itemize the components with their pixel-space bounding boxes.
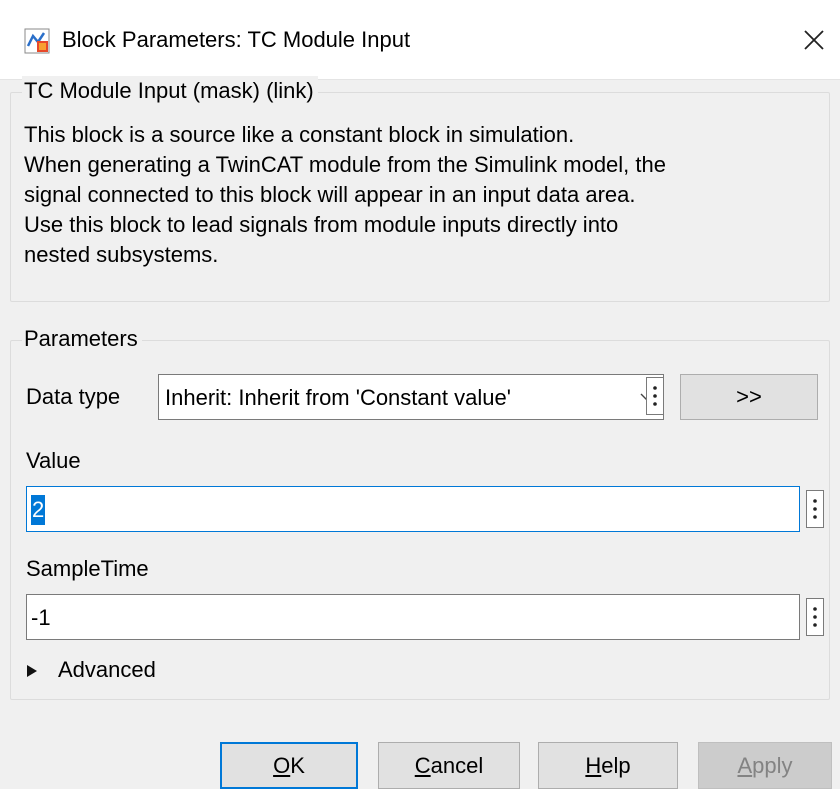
cancel-mnemonic: C (414, 752, 431, 778)
value-options-button[interactable] (806, 490, 824, 528)
more-vertical-icon (813, 499, 817, 519)
cancel-button[interactable]: Cancel (378, 742, 520, 789)
advanced-toggle[interactable]: Advanced (26, 655, 226, 685)
title-bar: Block Parameters: TC Module Input (0, 0, 840, 80)
help-button[interactable]: Help (538, 742, 678, 789)
value-input[interactable]: 2 (26, 486, 800, 532)
sample-time-input[interactable]: -1 (26, 594, 800, 640)
description-line: nested subsystems. (24, 242, 219, 267)
close-icon[interactable] (796, 22, 832, 58)
description-line: Use this block to lead signals from modu… (24, 212, 619, 237)
sample-time-options-button[interactable] (806, 598, 824, 636)
value-input-text: 2 (31, 495, 46, 525)
data-type-select[interactable]: Inherit: Inherit from 'Constant value' (158, 374, 664, 420)
simulink-block-icon (24, 28, 50, 54)
more-vertical-icon (813, 607, 817, 627)
apply-button[interactable]: Apply (698, 742, 832, 789)
description-line: signal connected to this block will appe… (24, 182, 636, 207)
description-line: When generating a TwinCAT module from th… (24, 152, 666, 177)
block-parameters-dialog: Block Parameters: TC Module Input TC Mod… (0, 0, 840, 789)
help-label-rest: elp (601, 752, 631, 778)
data-type-options-button[interactable] (646, 377, 664, 415)
description-line: This block is a source like a constant b… (24, 122, 575, 147)
sample-time-label: SampleTime (26, 556, 149, 581)
triangle-right-icon (27, 665, 37, 677)
ok-button[interactable]: OK (220, 742, 358, 789)
advanced-label: Advanced (58, 657, 156, 682)
parameters-legend: Parameters (22, 324, 142, 354)
data-type-label: Data type (26, 384, 121, 409)
apply-label-rest: pply (752, 752, 793, 778)
data-type-assistant-button[interactable]: >> (680, 374, 818, 420)
ok-mnemonic: O (273, 752, 291, 778)
more-vertical-icon (653, 386, 657, 406)
data-type-selected-value: Inherit: Inherit from 'Constant value' (165, 385, 511, 410)
cancel-label-rest: ancel (430, 752, 484, 778)
ok-label-rest: K (290, 752, 305, 778)
apply-mnemonic: A (737, 752, 753, 778)
sample-time-input-text: -1 (31, 605, 51, 630)
description-legend: TC Module Input (mask) (link) (22, 76, 318, 106)
block-description: This block is a source like a constant b… (24, 120, 824, 270)
value-label: Value (26, 448, 81, 473)
help-mnemonic: H (585, 752, 602, 778)
window-title: Block Parameters: TC Module Input (62, 27, 411, 52)
